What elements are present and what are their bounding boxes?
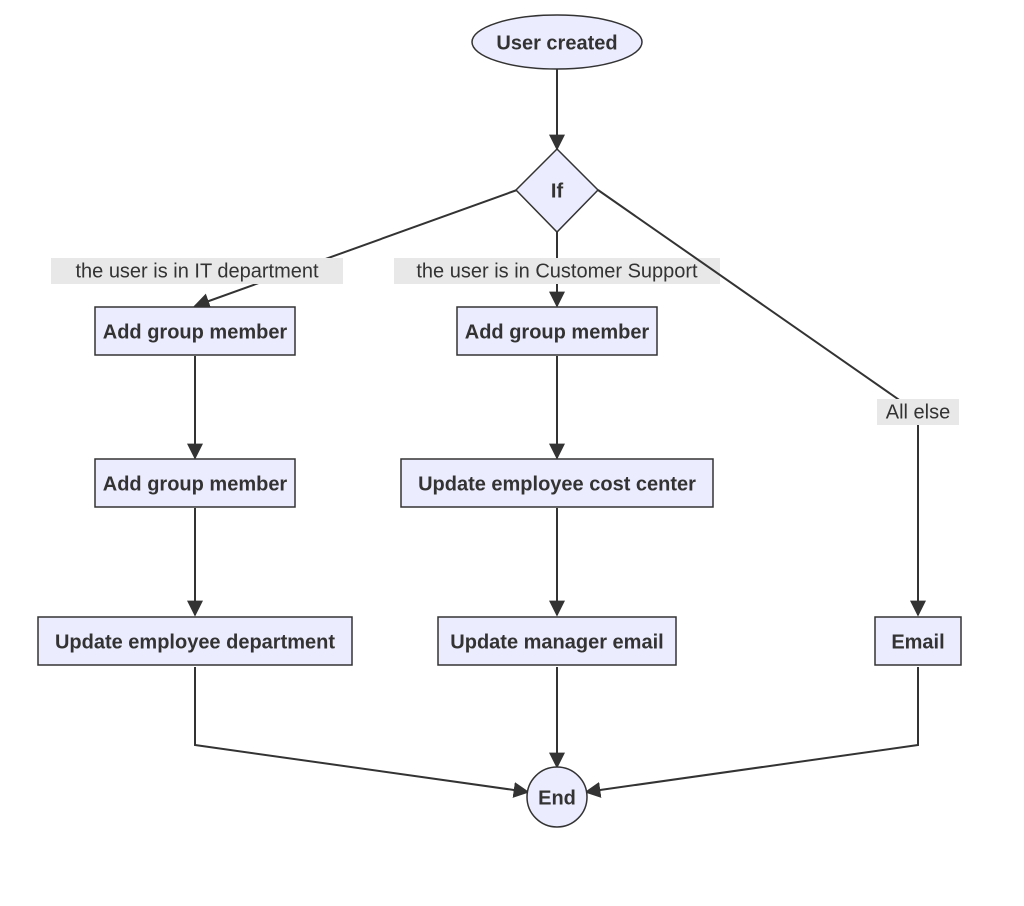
edge-label-branch1: the user is in IT department [75, 260, 319, 282]
svg-text:User created: User created [496, 32, 617, 54]
svg-text:Update manager email: Update manager email [450, 631, 663, 653]
branch1-step2-node: Add group member [95, 459, 295, 507]
end-node: End [527, 767, 587, 827]
edge-b1s3-end [195, 667, 528, 792]
svg-text:Add group member: Add group member [103, 473, 288, 495]
branch1-step3-node: Update employee department [38, 617, 352, 665]
branch1-step1-node: Add group member [95, 307, 295, 355]
branch2-step3-node: Update manager email [438, 617, 676, 665]
flowchart-diagram: the user is in IT department the user is… [0, 0, 1024, 906]
edge-decision-to-branch1 [195, 190, 517, 306]
svg-text:Add group member: Add group member [465, 321, 650, 343]
svg-text:If: If [551, 180, 564, 202]
svg-text:End: End [538, 787, 576, 809]
svg-text:Update employee cost center: Update employee cost center [418, 473, 696, 495]
svg-text:Add group member: Add group member [103, 321, 288, 343]
svg-text:Update employee department: Update employee department [55, 631, 335, 653]
branch2-step2-node: Update employee cost center [401, 459, 713, 507]
svg-text:Email: Email [891, 631, 944, 653]
branch3-step1-node: Email [875, 617, 961, 665]
edge-decision-to-branch3 [598, 190, 918, 615]
edge-b3s1-end [586, 667, 918, 792]
decision-node: If [516, 149, 598, 232]
branch2-step1-node: Add group member [457, 307, 657, 355]
edge-label-branch3: All else [886, 401, 950, 423]
edge-label-branch2: the user is in Customer Support [416, 260, 698, 282]
start-node: User created [472, 15, 642, 69]
